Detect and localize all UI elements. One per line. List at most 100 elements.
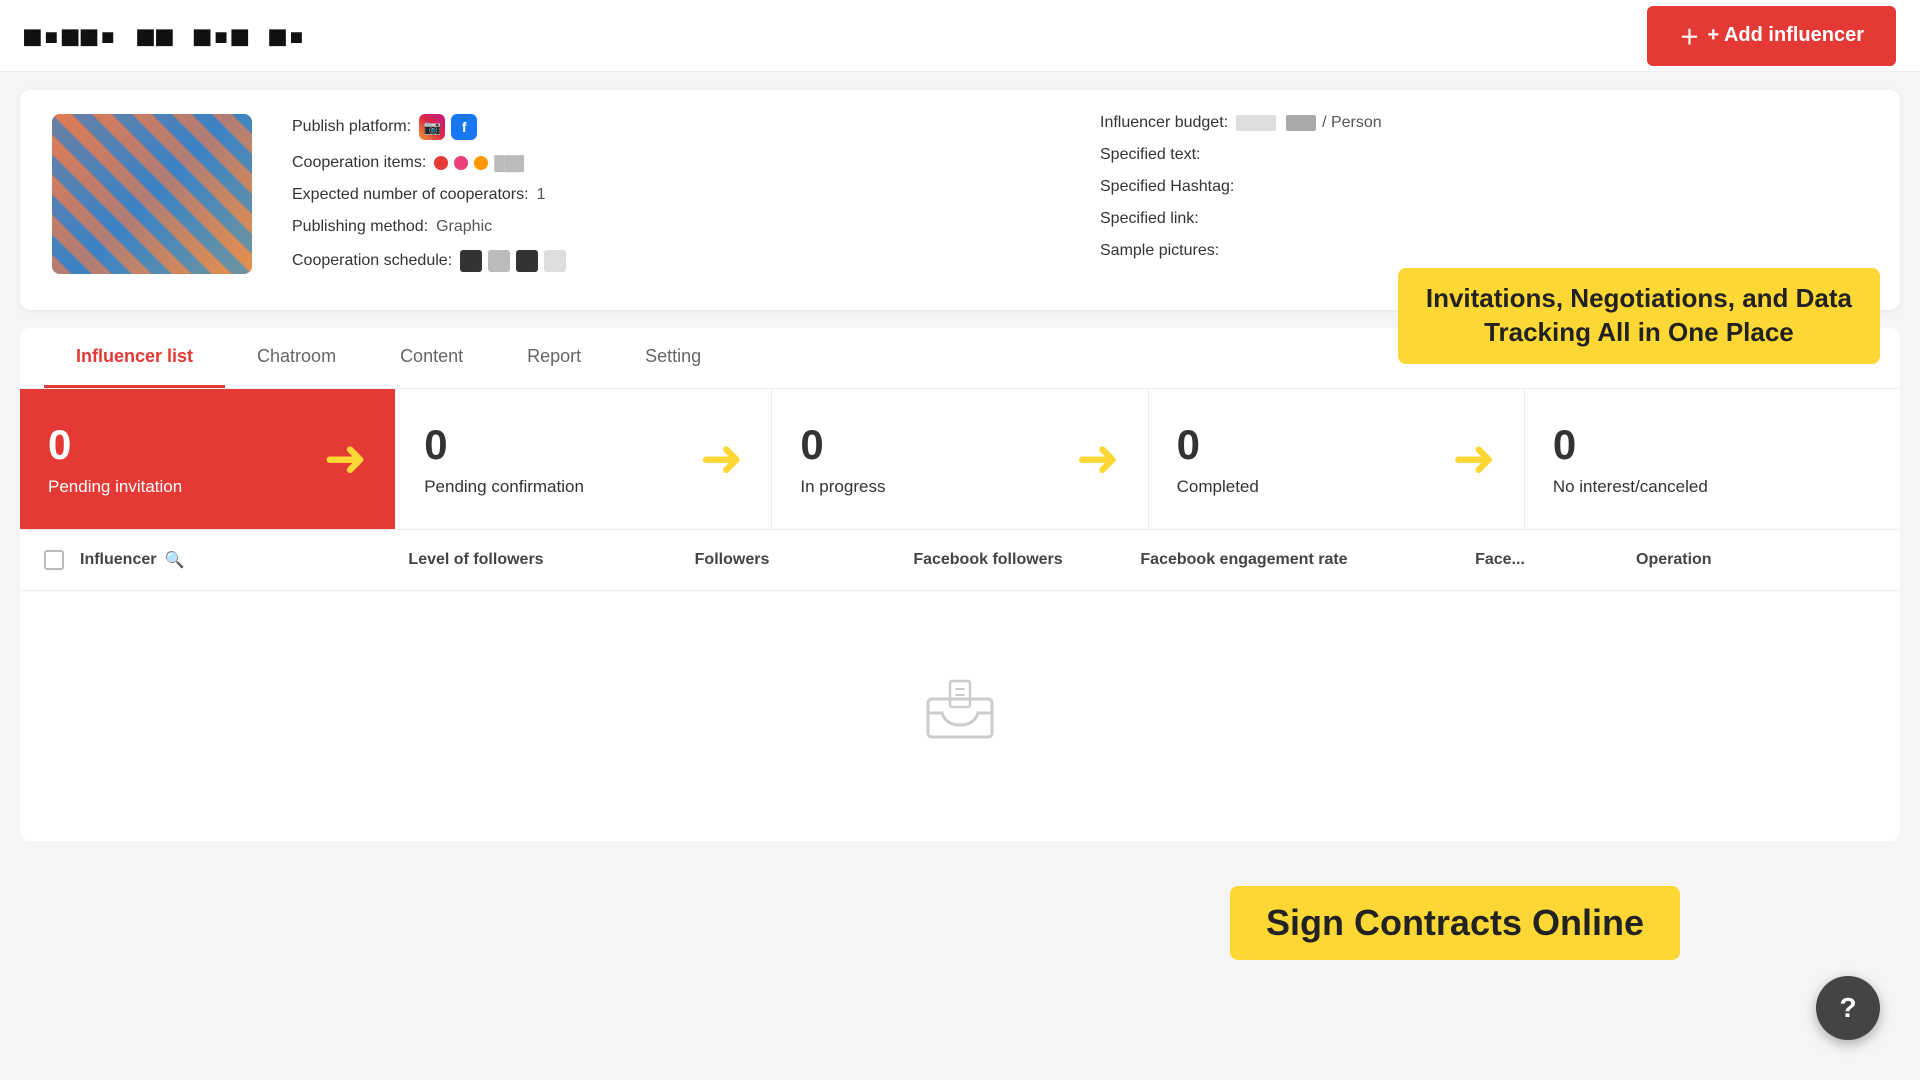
sample-pictures-row: Sample pictures: bbox=[1100, 242, 1868, 260]
promo-banner: Invitations, Negotiations, and Data Trac… bbox=[1398, 268, 1880, 364]
publish-platform-row: Publish platform: 📷 f bbox=[292, 114, 1060, 140]
specified-link-label: Specified link: bbox=[1100, 210, 1199, 228]
publishing-method-row: Publishing method: Graphic bbox=[292, 218, 1060, 236]
dot-red bbox=[434, 156, 448, 170]
pending-confirmation-label: Pending confirmation bbox=[424, 477, 584, 497]
col-facebook-engagement-header: Facebook engagement rate bbox=[1124, 551, 1364, 569]
pending-invitation-count: 0 bbox=[48, 421, 182, 469]
status-card-pending-invitation[interactable]: 0 Pending invitation ➜ bbox=[20, 389, 396, 529]
schedule-box-2 bbox=[488, 250, 510, 272]
expected-cooperators-value: 1 bbox=[537, 186, 546, 204]
schedule-box-4 bbox=[544, 250, 566, 272]
select-all-checkbox[interactable] bbox=[44, 550, 64, 570]
followers-col-label: Followers bbox=[695, 551, 770, 568]
col-influencer-header: Influencer 🔍 bbox=[80, 550, 340, 570]
publishing-method-value: Graphic bbox=[436, 218, 492, 236]
in-progress-count: 0 bbox=[800, 421, 885, 469]
specified-hashtag-row: Specified Hashtag: bbox=[1100, 178, 1868, 196]
publish-platform-label: Publish platform: bbox=[292, 118, 411, 136]
empty-state bbox=[20, 591, 1900, 821]
specified-hashtag-label: Specified Hashtag: bbox=[1100, 178, 1234, 196]
expected-cooperators-label: Expected number of cooperators: bbox=[292, 186, 529, 204]
no-interest-count: 0 bbox=[1553, 421, 1708, 469]
completed-label: Completed bbox=[1177, 477, 1259, 497]
campaign-details-left: Publish platform: 📷 f Cooperation items:… bbox=[292, 114, 1060, 286]
influencer-budget-label: Influencer budget: bbox=[1100, 114, 1228, 132]
status-card-content-3: 0 Completed bbox=[1177, 421, 1259, 497]
arrow-icon-0: ➜ bbox=[324, 429, 368, 489]
promo-banner-line1: Invitations, Negotiations, and Data bbox=[1426, 282, 1852, 316]
specified-text-label: Specified text: bbox=[1100, 146, 1201, 164]
plus-icon: ＋ bbox=[1679, 21, 1699, 50]
influencer-budget-row: Influencer budget: / Person bbox=[1100, 114, 1868, 132]
sample-pictures-label: Sample pictures: bbox=[1100, 242, 1219, 260]
facebook-icon: f bbox=[451, 114, 477, 140]
inbox-empty-icon bbox=[920, 671, 1000, 741]
cooperation-items-row: Cooperation items: ███ bbox=[292, 154, 1060, 172]
influencer-search-icon[interactable]: 🔍 bbox=[164, 550, 184, 570]
completed-count: 0 bbox=[1177, 421, 1259, 469]
status-cards: 0 Pending invitation ➜ 0 Pending confirm… bbox=[20, 389, 1900, 530]
schedule-boxes bbox=[460, 250, 566, 272]
status-card-content-2: 0 In progress bbox=[800, 421, 885, 497]
promo-banner-line2: Tracking All in One Place bbox=[1426, 316, 1852, 350]
no-interest-label: No interest/canceled bbox=[1553, 477, 1708, 497]
col-level-of-followers-header: Level of followers bbox=[356, 551, 596, 569]
tabs-section: Influencer list Chatroom Content Report … bbox=[20, 328, 1900, 389]
dot-orange bbox=[474, 156, 488, 170]
status-cards-section: 0 Pending invitation ➜ 0 Pending confirm… bbox=[20, 389, 1900, 530]
operation-col-label: Operation bbox=[1636, 551, 1712, 568]
table-section: Influencer 🔍 Level of followers Follower… bbox=[20, 530, 1900, 841]
facebook-engagement-col-label: Facebook engagement rate bbox=[1140, 551, 1347, 568]
status-card-completed[interactable]: 0 Completed ➜ bbox=[1149, 389, 1525, 529]
cooperation-schedule-value bbox=[460, 250, 566, 272]
facebook-followers-col-label: Facebook followers bbox=[913, 551, 1062, 568]
tab-report[interactable]: Report bbox=[495, 328, 613, 388]
in-progress-label: In progress bbox=[800, 477, 885, 497]
campaign-details-right: Influencer budget: / Person Specified te… bbox=[1100, 114, 1868, 274]
status-card-no-interest[interactable]: 0 No interest/canceled bbox=[1525, 389, 1900, 529]
add-influencer-button[interactable]: ＋ + Add influencer bbox=[1647, 6, 1896, 66]
status-card-content-0: 0 Pending invitation bbox=[48, 421, 182, 497]
status-card-pending-confirmation[interactable]: 0 Pending confirmation ➜ bbox=[396, 389, 772, 529]
col-face-truncated-header: Face... bbox=[1380, 551, 1620, 569]
arrow-icon-3: ➜ bbox=[1452, 429, 1496, 489]
cooperation-schedule-label: Cooperation schedule: bbox=[292, 252, 452, 270]
cooperation-schedule-row: Cooperation schedule: bbox=[292, 250, 1060, 272]
tab-chatroom[interactable]: Chatroom bbox=[225, 328, 368, 388]
tab-influencer-list[interactable]: Influencer list bbox=[44, 328, 225, 388]
arrow-icon-1: ➜ bbox=[700, 429, 744, 489]
cooperation-items-label: Cooperation items: bbox=[292, 154, 426, 172]
status-card-content-1: 0 Pending confirmation bbox=[424, 421, 584, 497]
face-truncated-col-label: Face... bbox=[1475, 551, 1525, 568]
tab-setting[interactable]: Setting bbox=[613, 328, 733, 388]
influencer-budget-value: / Person bbox=[1236, 114, 1382, 132]
instagram-icon: 📷 bbox=[419, 114, 445, 140]
specified-text-row: Specified text: bbox=[1100, 146, 1868, 164]
pending-confirmation-count: 0 bbox=[424, 421, 584, 469]
schedule-box-3 bbox=[516, 250, 538, 272]
logo-text: ■▪■■▪ ■■ ■▪■ ■▪ bbox=[24, 19, 307, 52]
col-operation-header: Operation bbox=[1636, 551, 1876, 569]
status-card-content-4: 0 No interest/canceled bbox=[1553, 421, 1708, 497]
publishing-method-label: Publishing method: bbox=[292, 218, 428, 236]
logo-area: ■▪■■▪ ■■ ■▪■ ■▪ bbox=[24, 19, 307, 52]
header: ■▪■■▪ ■■ ■▪■ ■▪ ＋ + Add influencer bbox=[0, 0, 1920, 72]
influencer-budget-person: / Person bbox=[1322, 114, 1382, 132]
help-button[interactable]: ? bbox=[1816, 976, 1880, 1040]
sign-contracts-banner: Sign Contracts Online bbox=[1230, 886, 1680, 960]
publish-platform-value: 📷 f bbox=[419, 114, 477, 140]
table-header: Influencer 🔍 Level of followers Follower… bbox=[20, 530, 1900, 591]
col-followers-header: Followers bbox=[612, 551, 852, 569]
tabs-wrapper: Influencer list Chatroom Content Report … bbox=[0, 328, 1920, 389]
influencer-col-label: Influencer bbox=[80, 551, 156, 569]
sign-contracts-text: Sign Contracts Online bbox=[1266, 902, 1644, 943]
expected-cooperators-row: Expected number of cooperators: 1 bbox=[292, 186, 1060, 204]
add-influencer-label: + Add influencer bbox=[1707, 24, 1864, 47]
campaign-image bbox=[52, 114, 252, 274]
dot-pink bbox=[454, 156, 468, 170]
tab-content[interactable]: Content bbox=[368, 328, 495, 388]
status-card-in-progress[interactable]: 0 In progress ➜ bbox=[772, 389, 1148, 529]
schedule-box-1 bbox=[460, 250, 482, 272]
help-button-label: ? bbox=[1839, 992, 1856, 1024]
